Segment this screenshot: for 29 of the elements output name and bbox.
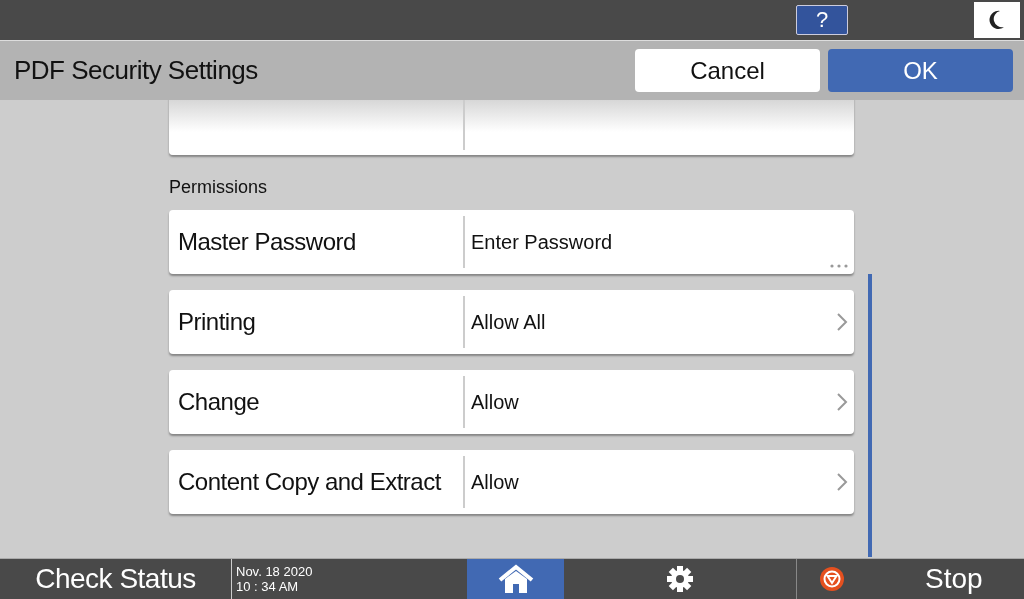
date-text: Nov. 18 2020	[236, 564, 313, 579]
setting-label: Content Copy and Extract	[177, 468, 443, 496]
setting-row[interactable]: Master Password Enter Password	[169, 210, 854, 274]
setting-row[interactable]: Printing Allow All	[169, 290, 854, 354]
setting-value: Allow All	[470, 310, 547, 334]
chevron-icon	[836, 312, 848, 332]
scrollbar[interactable]	[868, 274, 872, 557]
home-icon	[497, 564, 534, 594]
cancel-button[interactable]: Cancel	[635, 49, 820, 92]
setting-label: Change	[177, 388, 261, 416]
setting-value: Enter Password	[470, 230, 614, 254]
setting-label: Master Password	[177, 228, 357, 256]
time-text: 10 : 34 AM	[236, 579, 299, 594]
chevron-icon	[836, 392, 848, 412]
section-label: Permissions	[169, 177, 269, 198]
setting-value: Allow	[470, 390, 520, 414]
ellipsis-icon	[830, 264, 848, 268]
setting-value: Allow	[470, 470, 520, 494]
chevron-icon	[836, 472, 848, 492]
setting-row[interactable]: Change Allow	[169, 370, 854, 434]
sleep-button[interactable]	[974, 2, 1020, 38]
home-button[interactable]	[467, 559, 564, 599]
stop-icon	[819, 566, 845, 592]
setting-label: Printing	[177, 308, 257, 336]
ok-button[interactable]: OK	[828, 49, 1013, 92]
setting-row[interactable]: Content Copy and Extract Allow	[169, 450, 854, 514]
help-button[interactable]: ?	[796, 5, 848, 35]
screen-title: PDF Security Settings	[14, 55, 259, 86]
moon-icon	[989, 10, 1005, 30]
